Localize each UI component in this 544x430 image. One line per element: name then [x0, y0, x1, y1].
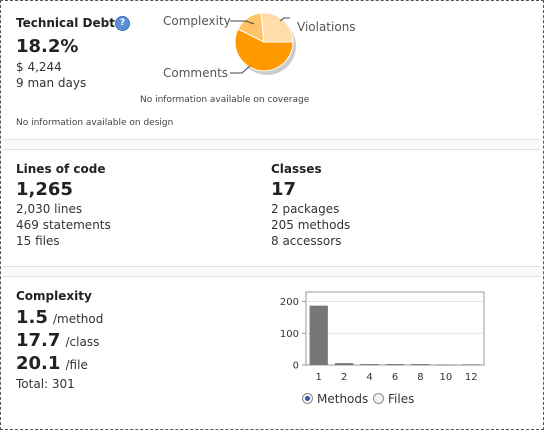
section-gap	[3, 267, 540, 276]
radio-methods-label[interactable]: Methods	[317, 392, 368, 406]
debt-percent: 18.2%	[16, 36, 79, 57]
complexity-distribution-chart: 01002001 2 4 6 8 10 12	[280, 291, 485, 383]
pie-label-complexity: Complexity	[163, 14, 231, 28]
debt-days: 9 man days	[16, 76, 87, 90]
x-tick-label: 6	[392, 372, 398, 383]
per-file-value: 20.1	[16, 353, 61, 374]
design-note: No information available on design	[16, 118, 174, 128]
bar-12	[462, 364, 481, 366]
per-file-unit: /file	[65, 358, 88, 372]
pie-label-violations: Violations	[297, 20, 356, 34]
debt-title: Technical Debt	[16, 16, 115, 30]
radio-methods[interactable]	[302, 393, 313, 404]
accessors-count: 8 accessors	[271, 234, 342, 248]
debt-cost: $ 4,244	[16, 60, 62, 74]
radio-files[interactable]	[373, 393, 384, 404]
radio-selected-dot	[305, 396, 310, 401]
question-icon[interactable]: ?	[115, 16, 130, 31]
leader-comments	[230, 65, 251, 74]
files-count: 15 files	[16, 234, 60, 248]
packages-count: 2 packages	[271, 202, 340, 216]
statements-count: 469 statements	[16, 218, 111, 232]
bar-6	[385, 364, 405, 365]
complexity-per-method: 1.5 /method	[16, 307, 103, 328]
classes-title: Classes	[271, 162, 322, 176]
bar-1	[309, 305, 328, 365]
y-tick-label: 0	[293, 361, 299, 372]
complexity-total: Total: 301	[16, 377, 75, 391]
radio-files-label[interactable]: Files	[388, 392, 414, 406]
pie-slice-violations	[260, 12, 294, 43]
bar-2	[334, 363, 354, 365]
y-tick-label: 200	[280, 297, 299, 308]
x-tick-label: 8	[417, 372, 423, 383]
x-tick-label: 10	[439, 372, 452, 383]
section-divider	[3, 276, 540, 277]
methods-count: 205 methods	[271, 218, 351, 232]
complexity-title: Complexity	[16, 289, 92, 303]
per-class-value: 17.7	[16, 330, 61, 351]
per-class-unit: /class	[65, 335, 100, 349]
lines-count: 2,030 lines	[16, 202, 83, 216]
y-tick-label: 100	[280, 329, 299, 340]
bar-10	[436, 364, 456, 366]
per-method-value: 1.5	[16, 307, 48, 328]
classes-value: 17	[271, 179, 297, 200]
bar-8	[411, 364, 430, 365]
loc-value: 1,265	[16, 179, 73, 200]
complexity-per-class: 17.7 /class	[16, 330, 99, 351]
x-tick-label: 2	[341, 372, 347, 383]
x-tick-label: 1	[316, 372, 322, 383]
per-method-unit: /method	[52, 312, 104, 326]
section-divider	[3, 149, 540, 150]
coverage-note: No information available on coverage	[140, 95, 310, 105]
complexity-per-file: 20.1 /file	[16, 353, 88, 374]
bar-4	[360, 364, 379, 365]
plot-area	[305, 291, 485, 366]
section-gap	[3, 140, 540, 149]
x-tick-label: 12	[465, 372, 478, 383]
loc-title: Lines of code	[16, 162, 106, 176]
x-tick-label: 4	[366, 372, 372, 383]
pie-label-comments: Comments	[163, 66, 229, 80]
